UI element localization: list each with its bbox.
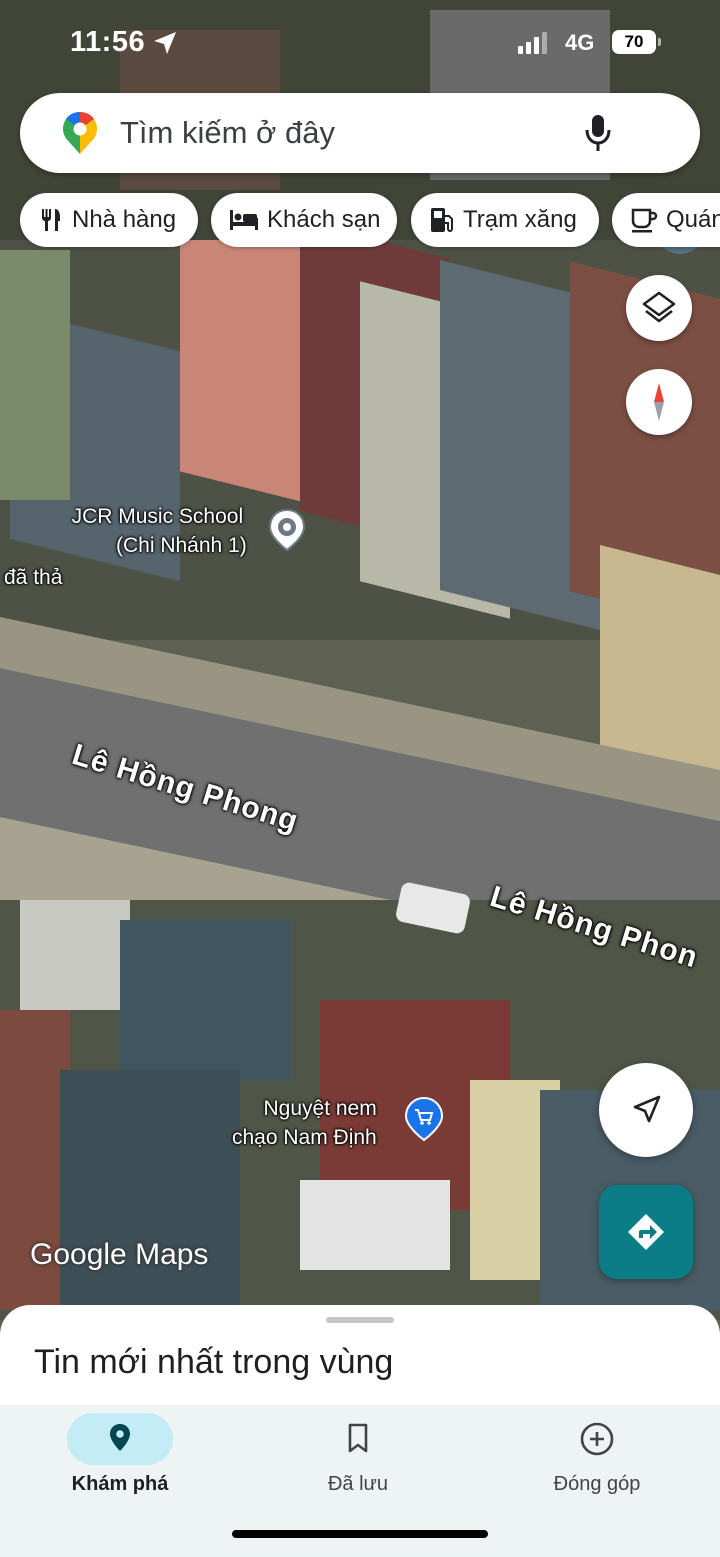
- building: [60, 1070, 240, 1310]
- nav-label: Đóng góp: [553, 1473, 641, 1495]
- add-circle-icon: [580, 1422, 614, 1456]
- my-location-button[interactable]: [599, 1063, 693, 1157]
- compass-button[interactable]: [626, 369, 692, 435]
- chip-restaurants[interactable]: Nhà hàng: [20, 193, 198, 247]
- sheet-drag-handle[interactable]: [326, 1317, 394, 1323]
- chip-hotels[interactable]: Khách sạn: [211, 193, 397, 247]
- place-name-line2: (Chi Nhánh 1): [116, 534, 247, 557]
- place-name-line1: JCR Music School: [71, 505, 244, 528]
- building: [120, 920, 290, 1080]
- sheet-title: Tin mới nhất trong vùng: [34, 1343, 394, 1381]
- battery-icon: 70: [612, 30, 662, 54]
- status-bar: 11:56 4G 70: [0, 0, 720, 88]
- place-pin-icon[interactable]: [268, 508, 306, 552]
- chip-coffee[interactable]: Quán: [612, 193, 720, 247]
- building: [0, 250, 70, 500]
- chip-label: Trạm xăng: [463, 206, 577, 233]
- restaurant-icon: [42, 209, 60, 231]
- place-name-line2: chạo Nam Định: [232, 1126, 377, 1149]
- coffee-icon: [631, 208, 658, 233]
- compass-icon: [654, 383, 664, 421]
- layers-icon: [642, 291, 676, 323]
- explore-pin-icon: [110, 1424, 130, 1451]
- active-pill: [67, 1413, 173, 1465]
- clock: 11:56: [70, 26, 146, 58]
- place-name-line1: Nguyệt nem: [263, 1097, 377, 1120]
- bookmark-icon: [348, 1423, 368, 1453]
- chip-gas-stations[interactable]: Trạm xăng: [411, 193, 599, 247]
- building: [600, 545, 720, 775]
- building: [300, 1180, 450, 1270]
- navigation-arrow-icon: [633, 1095, 661, 1123]
- icon-wrap: [544, 1413, 650, 1465]
- battery-level: 70: [612, 30, 656, 54]
- chip-label: Nhà hàng: [72, 206, 177, 233]
- place-label[interactable]: JCR Music School (Chi Nhánh 1): [68, 502, 247, 560]
- nav-saved[interactable]: Đã lưu: [278, 1405, 438, 1515]
- hotel-icon: [230, 210, 258, 230]
- google-maps-logo-icon: [62, 111, 98, 155]
- place-label[interactable]: Nguyệt nem chạo Nam Định: [232, 1094, 377, 1152]
- nav-label: Đã lưu: [327, 1473, 389, 1495]
- shopping-cart-pin-icon[interactable]: [404, 1096, 444, 1142]
- nav-label: Khám phá: [71, 1473, 169, 1495]
- chip-label: Khách sạn: [267, 206, 381, 233]
- directions-button[interactable]: [599, 1185, 693, 1279]
- nav-contribute[interactable]: Đóng góp: [517, 1405, 677, 1515]
- partial-place-label: đã thả: [4, 566, 63, 589]
- microphone-icon[interactable]: [582, 112, 614, 154]
- search-bar[interactable]: Tìm kiếm ở đây T: [20, 93, 706, 254]
- category-chips: Nhà hàng Khách sạn Trạm xăng Quán: [20, 193, 720, 247]
- search-placeholder[interactable]: Tìm kiếm ở đây: [120, 115, 335, 151]
- network-type: 4G: [565, 30, 595, 55]
- chip-label: Quán: [666, 206, 720, 233]
- google-maps-watermark: Google Maps: [30, 1238, 209, 1271]
- gas-station-icon: [431, 208, 453, 232]
- cellular-signal-icon: [518, 32, 548, 54]
- home-indicator[interactable]: [232, 1530, 488, 1538]
- icon-wrap: [305, 1413, 411, 1465]
- battery-nub: [658, 38, 661, 46]
- nav-explore[interactable]: Khám phá: [40, 1405, 200, 1515]
- building: [20, 900, 130, 1010]
- location-arrow-icon: [152, 30, 178, 56]
- directions-icon: [628, 1214, 664, 1250]
- layers-button[interactable]: [626, 275, 692, 341]
- bottom-sheet[interactable]: Tin mới nhất trong vùng: [0, 1305, 720, 1415]
